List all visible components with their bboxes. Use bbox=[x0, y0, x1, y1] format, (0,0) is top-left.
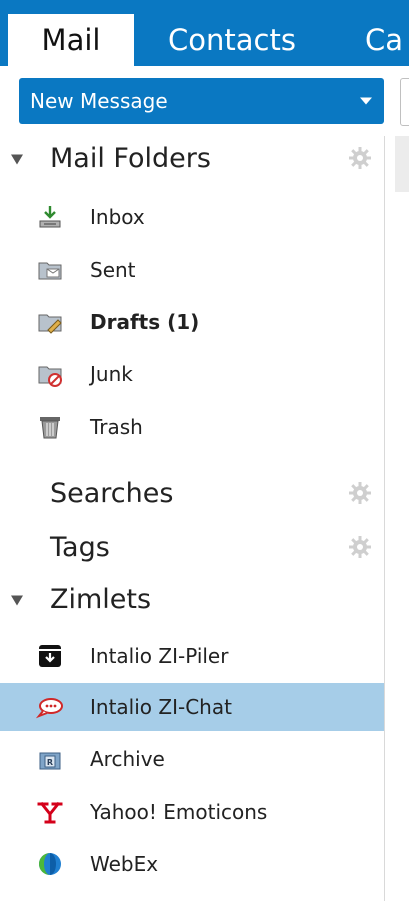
gear-icon[interactable] bbox=[348, 146, 372, 170]
gear-icon[interactable] bbox=[348, 481, 372, 505]
collapse-triangle-icon[interactable] bbox=[11, 154, 23, 165]
zimlet-label: Intalio ZI-Chat bbox=[90, 695, 232, 719]
app-tab-bar: Mail Contacts Ca bbox=[0, 0, 409, 66]
zimlet-webex[interactable]: WebEx bbox=[0, 840, 384, 888]
zimlet-zi-piler[interactable]: Intalio ZI-Piler bbox=[0, 632, 384, 680]
zimlets-header[interactable]: Zimlets bbox=[0, 577, 384, 621]
folder-label: Junk bbox=[90, 362, 133, 386]
new-message-button[interactable]: New Message bbox=[19, 78, 384, 124]
sent-folder-icon bbox=[38, 262, 62, 280]
tab-calendar[interactable]: Ca bbox=[344, 14, 409, 66]
svg-text:R: R bbox=[47, 758, 53, 767]
chat-bubble-icon bbox=[36, 698, 63, 719]
tab-contacts[interactable]: Contacts bbox=[146, 14, 326, 66]
searches-title: Searches bbox=[50, 477, 174, 509]
zimlet-label: Intalio ZI-Piler bbox=[90, 644, 229, 668]
pane-gutter bbox=[395, 136, 409, 192]
folder-trash[interactable]: Trash bbox=[0, 403, 384, 451]
collapse-triangle-icon[interactable] bbox=[11, 595, 23, 606]
zimlet-label: Archive bbox=[90, 747, 165, 771]
mail-folders-title: Mail Folders bbox=[50, 142, 211, 174]
mail-folders-header[interactable]: Mail Folders bbox=[0, 136, 384, 180]
yahoo-icon bbox=[37, 801, 63, 824]
folder-label: Inbox bbox=[90, 205, 145, 229]
search-field-edge[interactable] bbox=[400, 78, 409, 126]
archive-folder-icon: R bbox=[39, 752, 61, 770]
pane-divider[interactable] bbox=[384, 136, 385, 901]
zimlet-yahoo-emoticons[interactable]: Yahoo! Emoticons bbox=[0, 788, 384, 836]
folder-drafts[interactable]: Drafts (1) bbox=[0, 298, 384, 346]
chevron-down-icon[interactable] bbox=[360, 97, 372, 105]
webex-icon bbox=[39, 853, 61, 875]
gear-icon[interactable] bbox=[348, 535, 372, 559]
zimlet-archive[interactable]: R Archive bbox=[0, 735, 384, 783]
folder-junk[interactable]: Junk bbox=[0, 350, 384, 398]
tab-mail[interactable]: Mail bbox=[8, 14, 134, 66]
folder-label: Trash bbox=[90, 415, 143, 439]
trash-icon bbox=[40, 417, 60, 439]
zimlet-label: Yahoo! Emoticons bbox=[90, 800, 268, 824]
folder-label: Sent bbox=[90, 258, 136, 282]
junk-folder-icon bbox=[38, 366, 62, 387]
tags-title: Tags bbox=[50, 531, 110, 563]
drafts-folder-icon bbox=[38, 314, 62, 334]
folder-label: Drafts (1) bbox=[90, 310, 200, 334]
zimlet-label: WebEx bbox=[90, 852, 159, 876]
folder-inbox[interactable]: Inbox bbox=[0, 193, 384, 241]
new-message-label: New Message bbox=[30, 89, 168, 113]
zimlets-title: Zimlets bbox=[50, 583, 152, 615]
inbox-icon bbox=[39, 206, 61, 228]
folder-sent[interactable]: Sent bbox=[0, 246, 384, 294]
searches-header[interactable]: Searches bbox=[0, 471, 384, 515]
zimlet-zi-chat[interactable]: Intalio ZI-Chat bbox=[0, 683, 384, 731]
mail-app: Mail Contacts Ca New Message Mail Folder… bbox=[0, 0, 409, 901]
tags-header[interactable]: Tags bbox=[0, 525, 384, 569]
archive-box-icon bbox=[39, 645, 61, 667]
